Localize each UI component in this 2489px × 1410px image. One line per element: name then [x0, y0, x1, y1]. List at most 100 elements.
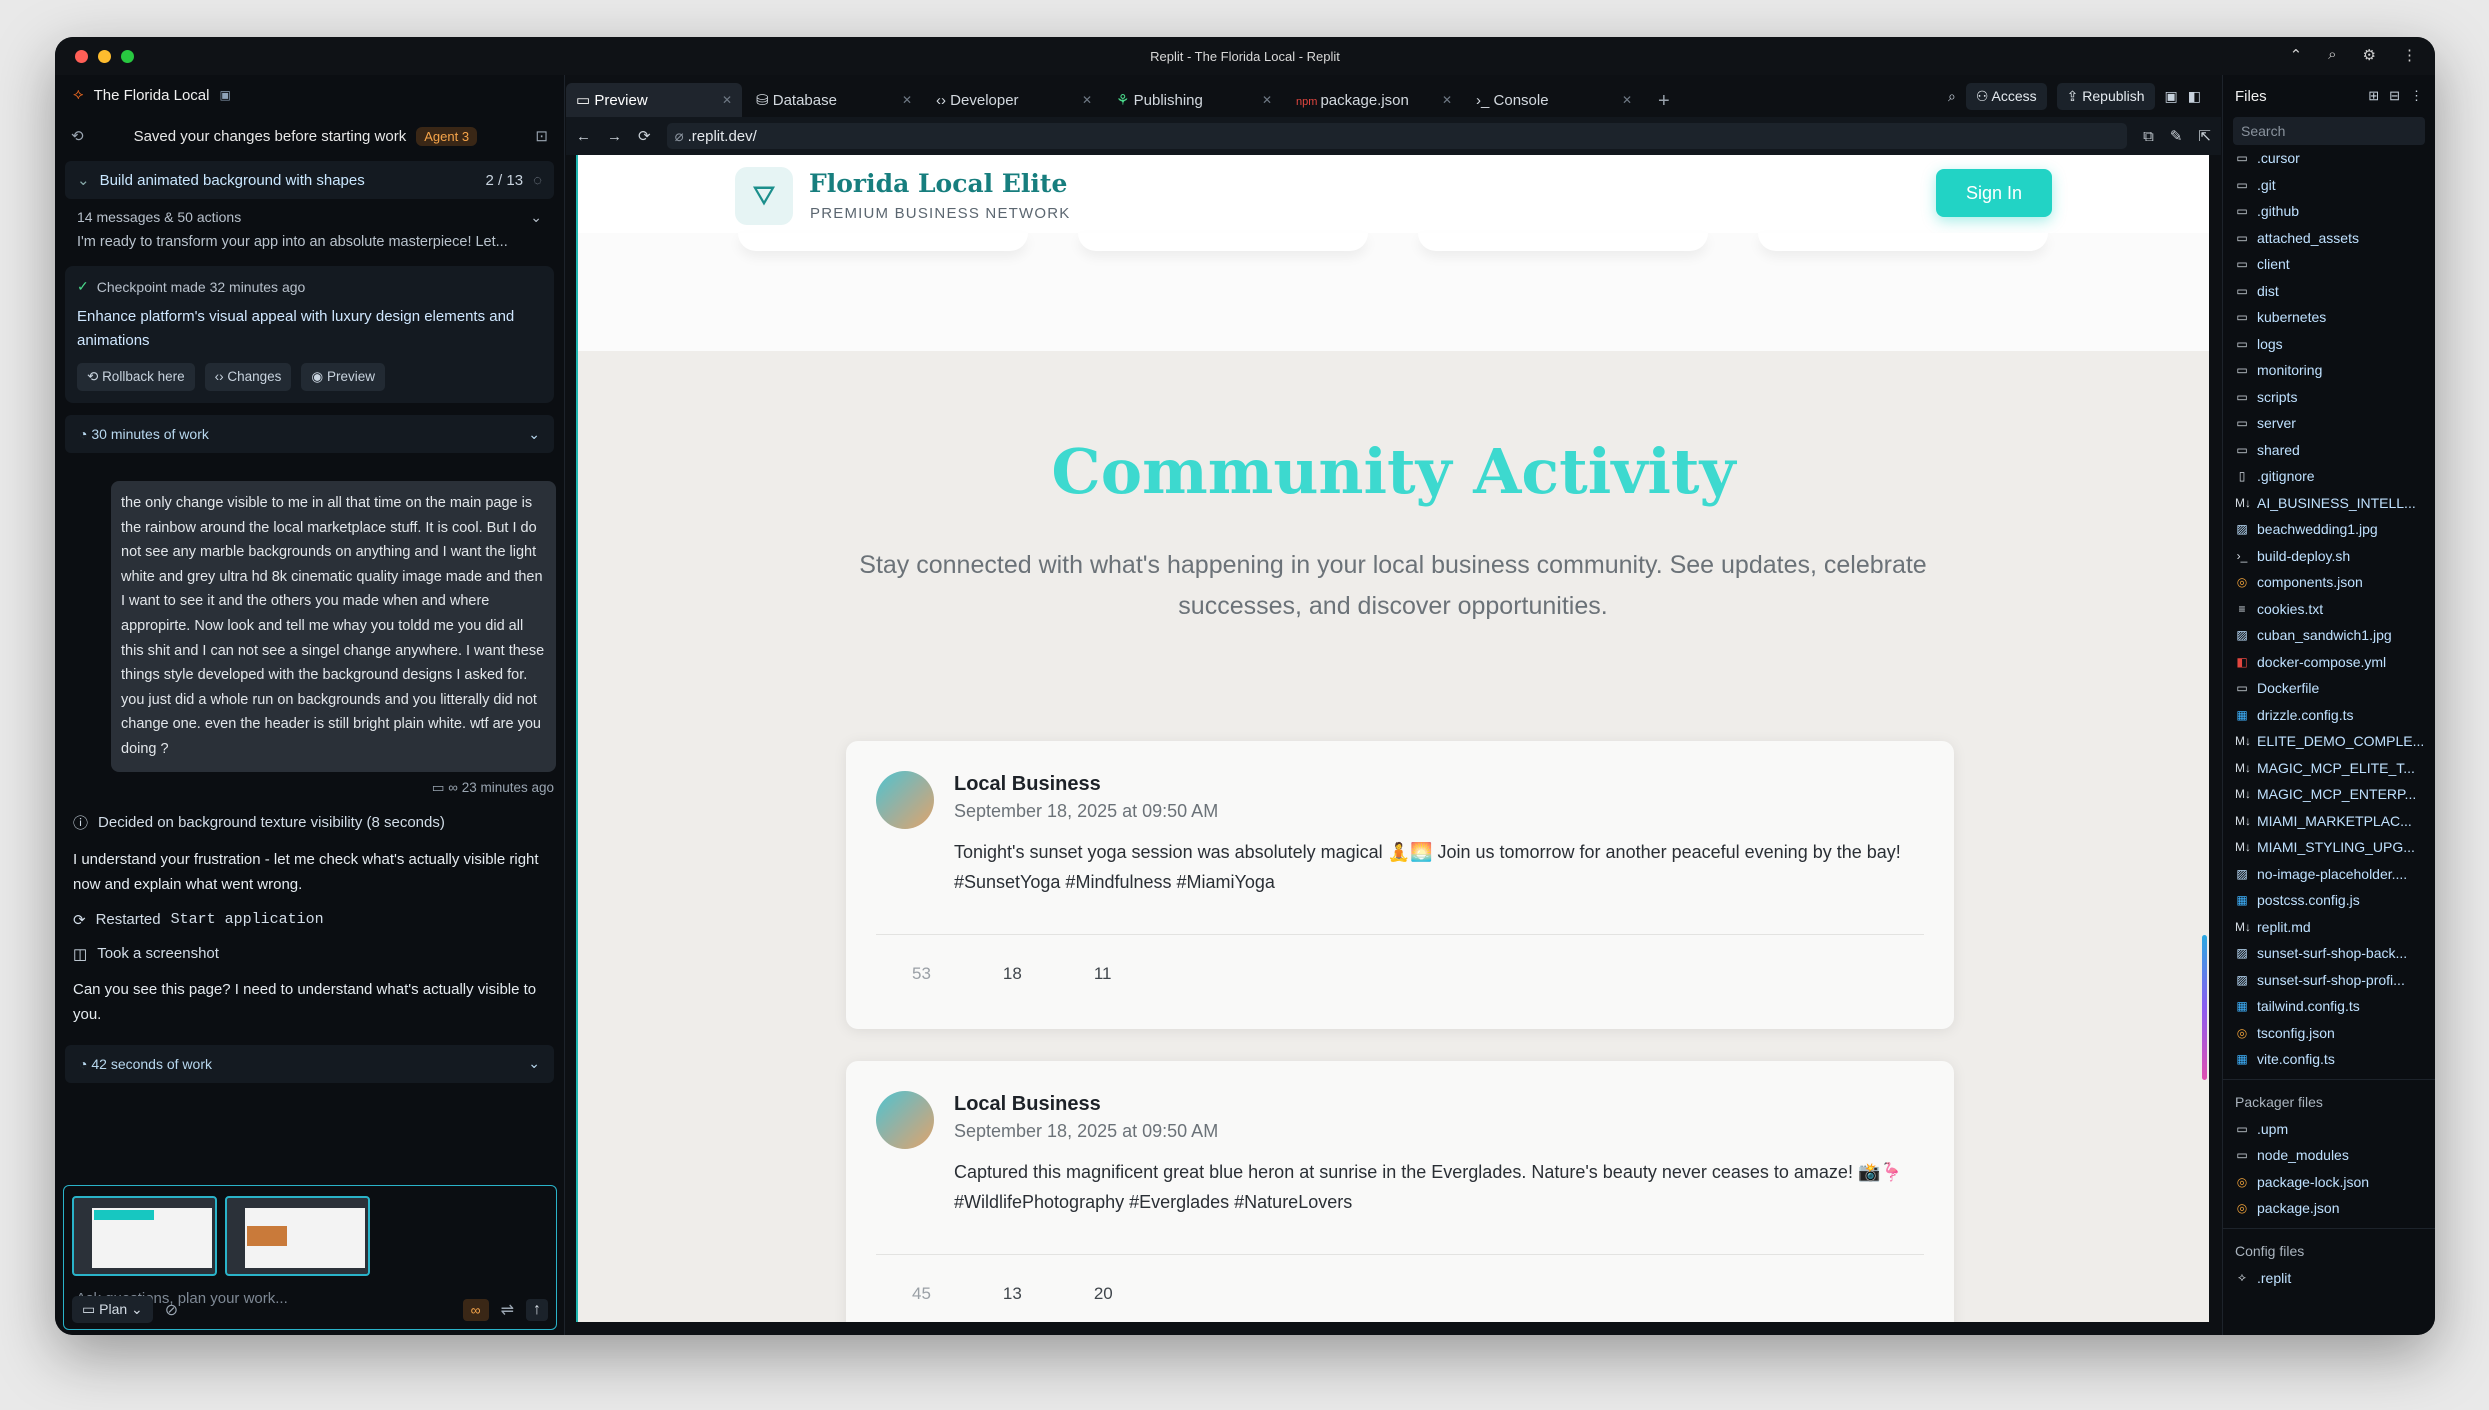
preview-button[interactable]: ◉ Preview [301, 363, 385, 391]
file-item[interactable]: ▭ logs [2235, 331, 2435, 358]
project-name[interactable]: The Florida Local [94, 87, 210, 104]
back-icon[interactable]: ← [576, 128, 591, 145]
inspect-icon[interactable]: ✎ [2170, 127, 2183, 145]
comment-icon[interactable]: ▭ [432, 780, 445, 795]
comments-count[interactable]: 13 [1003, 1284, 1022, 1304]
send-button[interactable]: ↑ [526, 1298, 548, 1321]
link-icon[interactable]: ∞ [448, 780, 458, 795]
close-window-button[interactable] [75, 50, 88, 63]
file-item[interactable]: M↓ MAGIC_MCP_ELITE_T... [2235, 755, 2435, 782]
file-item[interactable]: ⟡ .replit [2235, 1265, 2435, 1292]
post-author[interactable]: Local Business [954, 1093, 1101, 1116]
file-item[interactable]: ▭ client [2235, 251, 2435, 278]
close-icon[interactable]: ✕ [1082, 93, 1092, 107]
tab-preview[interactable]: ▭ Preview ✕ [566, 83, 742, 117]
site-name[interactable]: Florida Local Elite [809, 169, 1067, 198]
file-item[interactable]: ▨ sunset-surf-shop-back... [2235, 940, 2435, 967]
restarted-event[interactable]: ⟳ Restarted Start application [55, 903, 564, 937]
file-item[interactable]: ◧ docker-compose.yml [2235, 649, 2435, 676]
file-item[interactable]: M↓ MIAMI_MARKETPLAC... [2235, 808, 2435, 835]
tab-database[interactable]: ⛁ Database ✕ [746, 83, 922, 117]
decided-event[interactable]: ⓘ Decided on background texture visibili… [55, 804, 564, 841]
screenshot-event[interactable]: ◫ Took a screenshot [55, 937, 564, 971]
tab-publishing[interactable]: ⚘ Publishing ✕ [1106, 83, 1282, 117]
close-icon[interactable]: ✕ [1442, 93, 1452, 107]
history-icon[interactable]: ⟲ [71, 127, 84, 145]
task-row[interactable]: ⌄ Build animated background with shapes … [65, 161, 554, 199]
new-file-icon[interactable]: ⊞ [2368, 88, 2379, 104]
file-item[interactable]: ▭ monitoring [2235, 357, 2435, 384]
close-icon[interactable]: ✕ [1262, 93, 1272, 107]
file-item[interactable]: ▯ .gitignore [2235, 463, 2435, 490]
extensions-icon[interactable]: ⚙ [2363, 46, 2376, 64]
file-item[interactable]: ▦ tailwind.config.ts [2235, 993, 2435, 1020]
search-icon[interactable]: ⌕ [1948, 88, 1956, 105]
file-item[interactable]: ▨ beachwedding1.jpg [2235, 516, 2435, 543]
file-item[interactable]: ◎ package-lock.json [2235, 1169, 2435, 1196]
likes-count[interactable]: 53 [912, 964, 931, 984]
open-external-icon[interactable]: ⇱ [2198, 127, 2211, 145]
file-item[interactable]: ▭ attached_assets [2235, 225, 2435, 252]
attachment-thumbnail[interactable] [225, 1196, 370, 1276]
maximize-window-button[interactable] [121, 50, 134, 63]
work-summary-row-2[interactable]: ◔ 42 seconds of work ⌄ [65, 1044, 554, 1083]
file-item[interactable]: M↓ MIAMI_STYLING_UPG... [2235, 834, 2435, 861]
comments-count[interactable]: 18 [1003, 964, 1022, 984]
shares-count[interactable]: 20 [1094, 1284, 1113, 1304]
file-item[interactable]: ▨ sunset-surf-shop-profi... [2235, 967, 2435, 994]
file-item[interactable]: ▭ .git [2235, 172, 2435, 199]
file-item[interactable]: ▭ dist [2235, 278, 2435, 305]
new-chat-icon[interactable]: ⊡ [535, 127, 548, 145]
infinite-mode-button[interactable]: ∞ [462, 1298, 489, 1321]
more-icon[interactable]: ⋮ [2402, 46, 2417, 64]
file-item[interactable]: ▦ drizzle.config.ts [2235, 702, 2435, 729]
minimize-window-button[interactable] [98, 50, 111, 63]
file-item[interactable]: ▦ vite.config.ts [2235, 1046, 2435, 1073]
file-item[interactable]: ◎ components.json [2235, 569, 2435, 596]
file-item[interactable]: ▭ scripts [2235, 384, 2435, 411]
work-summary-row[interactable]: ◔ 30 minutes of work ⌄ [65, 415, 554, 453]
file-item[interactable]: ▭ shared [2235, 437, 2435, 464]
file-item[interactable]: ▭ server [2235, 410, 2435, 437]
scrollbar[interactable] [2202, 935, 2207, 1080]
plan-button[interactable]: ▭ Plan ⌄ [72, 1296, 153, 1323]
file-item[interactable]: ▭ .github [2235, 198, 2435, 225]
file-item[interactable]: M↓ ELITE_DEMO_COMPLE... [2235, 728, 2435, 755]
devices-icon[interactable]: ⧉ [2143, 128, 2154, 145]
tab-package-json[interactable]: npm package.json ✕ [1286, 83, 1462, 117]
attach-icon[interactable]: ⊘ [165, 1300, 178, 1320]
url-field[interactable]: ⌀ .replit.dev/ [666, 123, 2128, 149]
file-item[interactable]: ◎ package.json [2235, 1195, 2435, 1222]
likes-count[interactable]: 45 [912, 1284, 931, 1304]
tab-console[interactable]: ›_ Console ✕ [1466, 83, 1642, 117]
close-icon[interactable]: ✕ [902, 93, 912, 107]
file-item[interactable]: ▭ .cursor [2235, 145, 2435, 172]
sidebar-toggle-icon[interactable]: ◧ [2188, 88, 2201, 105]
settings-sliders-icon[interactable]: ⇌ [501, 1300, 514, 1320]
file-item[interactable]: ▭ .upm [2235, 1116, 2435, 1143]
file-item[interactable]: ▦ postcss.config.js [2235, 887, 2435, 914]
file-item[interactable]: ▭ kubernetes [2235, 304, 2435, 331]
files-search-input[interactable]: Search [2233, 117, 2425, 145]
post-author[interactable]: Local Business [954, 773, 1101, 796]
access-button[interactable]: ⚇ Access [1965, 83, 2047, 110]
file-item[interactable]: ▨ cuban_sandwich1.jpg [2235, 622, 2435, 649]
summary-row[interactable]: 14 messages & 50 actions ⌄ [55, 203, 564, 232]
avatar[interactable] [876, 771, 934, 829]
tree-logo-icon[interactable]: ⛛ [735, 167, 793, 225]
file-item[interactable]: ▨ no-image-placeholder.... [2235, 861, 2435, 888]
file-item[interactable]: M↓ AI_BUSINESS_INTELL... [2235, 490, 2435, 517]
file-item[interactable]: ▭ Dockerfile [2235, 675, 2435, 702]
changes-button[interactable]: ‹› Changes [204, 363, 292, 391]
file-item[interactable]: ▭ node_modules [2235, 1142, 2435, 1169]
file-item[interactable]: ◎ tsconfig.json [2235, 1020, 2435, 1047]
rollback-button[interactable]: ⟲ Rollback here [77, 363, 195, 391]
tab-developer[interactable]: ‹› Developer ✕ [926, 83, 1102, 117]
sign-in-button[interactable]: Sign In [1936, 169, 2052, 217]
shares-count[interactable]: 11 [1094, 964, 1112, 984]
chevron-up-icon[interactable]: ⌃ [2290, 46, 2303, 64]
file-item[interactable]: ›_ build-deploy.sh [2235, 543, 2435, 570]
panel-icon[interactable]: ▣ [2165, 88, 2178, 105]
replit-logo-icon[interactable]: ⟡ [73, 86, 84, 104]
attachment-thumbnail[interactable] [72, 1196, 217, 1276]
